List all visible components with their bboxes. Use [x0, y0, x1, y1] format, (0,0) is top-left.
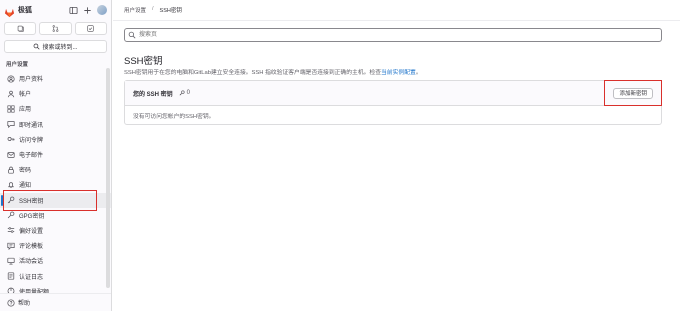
- breadcrumb-item-ssh-keys[interactable]: SSH密钥: [160, 6, 182, 14]
- breadcrumb: 用户设置 / SSH密钥: [124, 6, 182, 14]
- ssh-keys-card: 您的 SSH 密钥 0 添加新密钥 没有可访问您帐户的SSH密钥。: [124, 80, 662, 125]
- search-icon: [128, 31, 136, 39]
- profile-icon: [7, 75, 15, 83]
- app-window: 极狐 搜索或转到... 用户设置 用户资料 帐户 应用 即时通讯 访问令牌 电子…: [0, 0, 680, 311]
- account-icon: [7, 90, 15, 98]
- sidebar-item-label: 应用: [19, 107, 32, 114]
- sidebar-quick-actions: [0, 20, 111, 37]
- token-icon: [7, 135, 15, 143]
- sidebar-item-label: GPG密钥: [19, 213, 45, 220]
- plus-icon[interactable]: [83, 6, 92, 15]
- issues-icon: [17, 25, 24, 32]
- add-new-key-button[interactable]: 添加新密钥: [613, 87, 653, 99]
- sidebar-item-label: SSH密钥: [19, 198, 44, 205]
- email-icon: [7, 151, 15, 159]
- main-content: 用户设置 / SSH密钥 SSH密钥 SSH密钥用于在您的电脑和GitLab建立…: [113, 0, 680, 311]
- sidebar-item-label: 即时通讯: [19, 122, 44, 129]
- sidebar-item-label: 密码: [19, 168, 32, 175]
- page-description: SSH密钥用于在您的电脑和GitLab建立安全连接。SSH 指纹验证客户端是否连…: [124, 67, 422, 76]
- todos-button[interactable]: [74, 22, 107, 35]
- header-divider: [113, 20, 680, 21]
- comment-template-icon: [7, 242, 15, 250]
- breadcrumb-item-user-settings[interactable]: 用户设置: [124, 6, 146, 14]
- ssh-keys-count: 0: [179, 90, 190, 96]
- lock-icon: [7, 166, 15, 174]
- chat-icon: [7, 120, 15, 129]
- sidebar-item-profile[interactable]: 用户资料: [0, 71, 111, 86]
- page-title: SSH密钥: [124, 56, 163, 67]
- ssh-keys-count-value: 0: [186, 90, 191, 96]
- sidebar-search-label: 搜索或转到...: [42, 45, 78, 51]
- sidebar-item-chat[interactable]: 即时通讯: [0, 117, 111, 132]
- breadcrumb-separator: /: [152, 6, 154, 12]
- sidebar-item-comment-templates[interactable]: 评论模板: [0, 238, 111, 253]
- sidebar-item-label: 用户资料: [19, 77, 44, 84]
- sidebar: 极狐 搜索或转到... 用户设置 用户资料 帐户 应用 即时通讯 访问令牌 电子…: [0, 0, 112, 311]
- merge-request-icon: [52, 25, 59, 32]
- sidebar-item-emails[interactable]: 电子邮件: [0, 147, 111, 162]
- ssh-keys-card-header: 您的 SSH 密钥 0 添加新密钥: [125, 81, 661, 106]
- sidebar-item-access-tokens[interactable]: 访问令牌: [0, 132, 111, 147]
- applications-icon: [7, 105, 15, 113]
- sidebar-search-button[interactable]: 搜索或转到...: [4, 40, 107, 53]
- sidebar-item-applications[interactable]: 应用: [0, 101, 111, 116]
- sidebar-nav: 用户资料 帐户 应用 即时通讯 访问令牌 电子邮件 密码 通知 SSH密钥 GP…: [0, 71, 111, 299]
- ssh-keys-card-title: 您的 SSH 密钥: [133, 91, 173, 98]
- description-end: 。: [415, 70, 422, 76]
- sidebar-toggle-icon[interactable]: [69, 6, 78, 15]
- gpg-key-icon: [7, 211, 15, 219]
- sidebar-section-title: 用户设置: [6, 62, 29, 68]
- brand-name: 极狐: [18, 7, 32, 14]
- sidebar-item-notifications[interactable]: 通知: [0, 177, 111, 192]
- sidebar-item-label: 通知: [19, 183, 32, 190]
- search-icon: [34, 43, 41, 50]
- sidebar-item-label: 认证日志: [19, 274, 44, 281]
- log-icon: [7, 272, 15, 280]
- avatar[interactable]: [97, 5, 107, 15]
- sidebar-item-authentication-log[interactable]: 认证日志: [0, 268, 111, 283]
- sidebar-item-label: 评论模板: [19, 244, 44, 251]
- sidebar-item-label: 偏好设置: [19, 228, 44, 235]
- sidebar-item-label: 活动会话: [19, 259, 44, 266]
- sidebar-item-gpg-keys[interactable]: GPG密钥: [0, 208, 111, 223]
- sessions-icon: [7, 257, 15, 265]
- gitlab-logo-icon[interactable]: [4, 5, 15, 17]
- issues-button[interactable]: [4, 22, 37, 35]
- key-icon: [7, 196, 15, 204]
- description-text: SSH密钥用于在您的电脑和GitLab建立安全连接。SSH 指纹验证客户端是否连…: [124, 70, 382, 76]
- merge-requests-button[interactable]: [39, 22, 72, 35]
- sidebar-item-label: 访问令牌: [19, 137, 44, 144]
- ssh-keys-empty-state: 没有可访问您帐户的SSH密钥。: [133, 114, 215, 120]
- help-icon: [7, 298, 15, 307]
- help-label: 帮助: [18, 301, 31, 307]
- sidebar-item-ssh-keys[interactable]: SSH密钥: [0, 192, 111, 208]
- todo-check-icon: [87, 25, 94, 32]
- sidebar-header: 极狐: [0, 0, 111, 20]
- sidebar-item-preferences[interactable]: 偏好设置: [0, 223, 111, 238]
- sidebar-item-password[interactable]: 密码: [0, 162, 111, 177]
- preferences-icon: [7, 226, 15, 234]
- sidebar-scrollbar[interactable]: [106, 68, 110, 288]
- search-input[interactable]: [124, 28, 662, 42]
- instance-configuration-link[interactable]: 当前实例配置: [381, 70, 416, 76]
- sidebar-item-active-sessions[interactable]: 活动会话: [0, 253, 111, 268]
- sidebar-item-account[interactable]: 帐户: [0, 86, 111, 101]
- key-icon: [179, 90, 185, 96]
- help-button[interactable]: 帮助: [0, 293, 111, 311]
- sidebar-item-label: 电子邮件: [19, 153, 44, 160]
- bell-icon: [7, 181, 15, 189]
- sidebar-item-label: 帐户: [19, 92, 32, 99]
